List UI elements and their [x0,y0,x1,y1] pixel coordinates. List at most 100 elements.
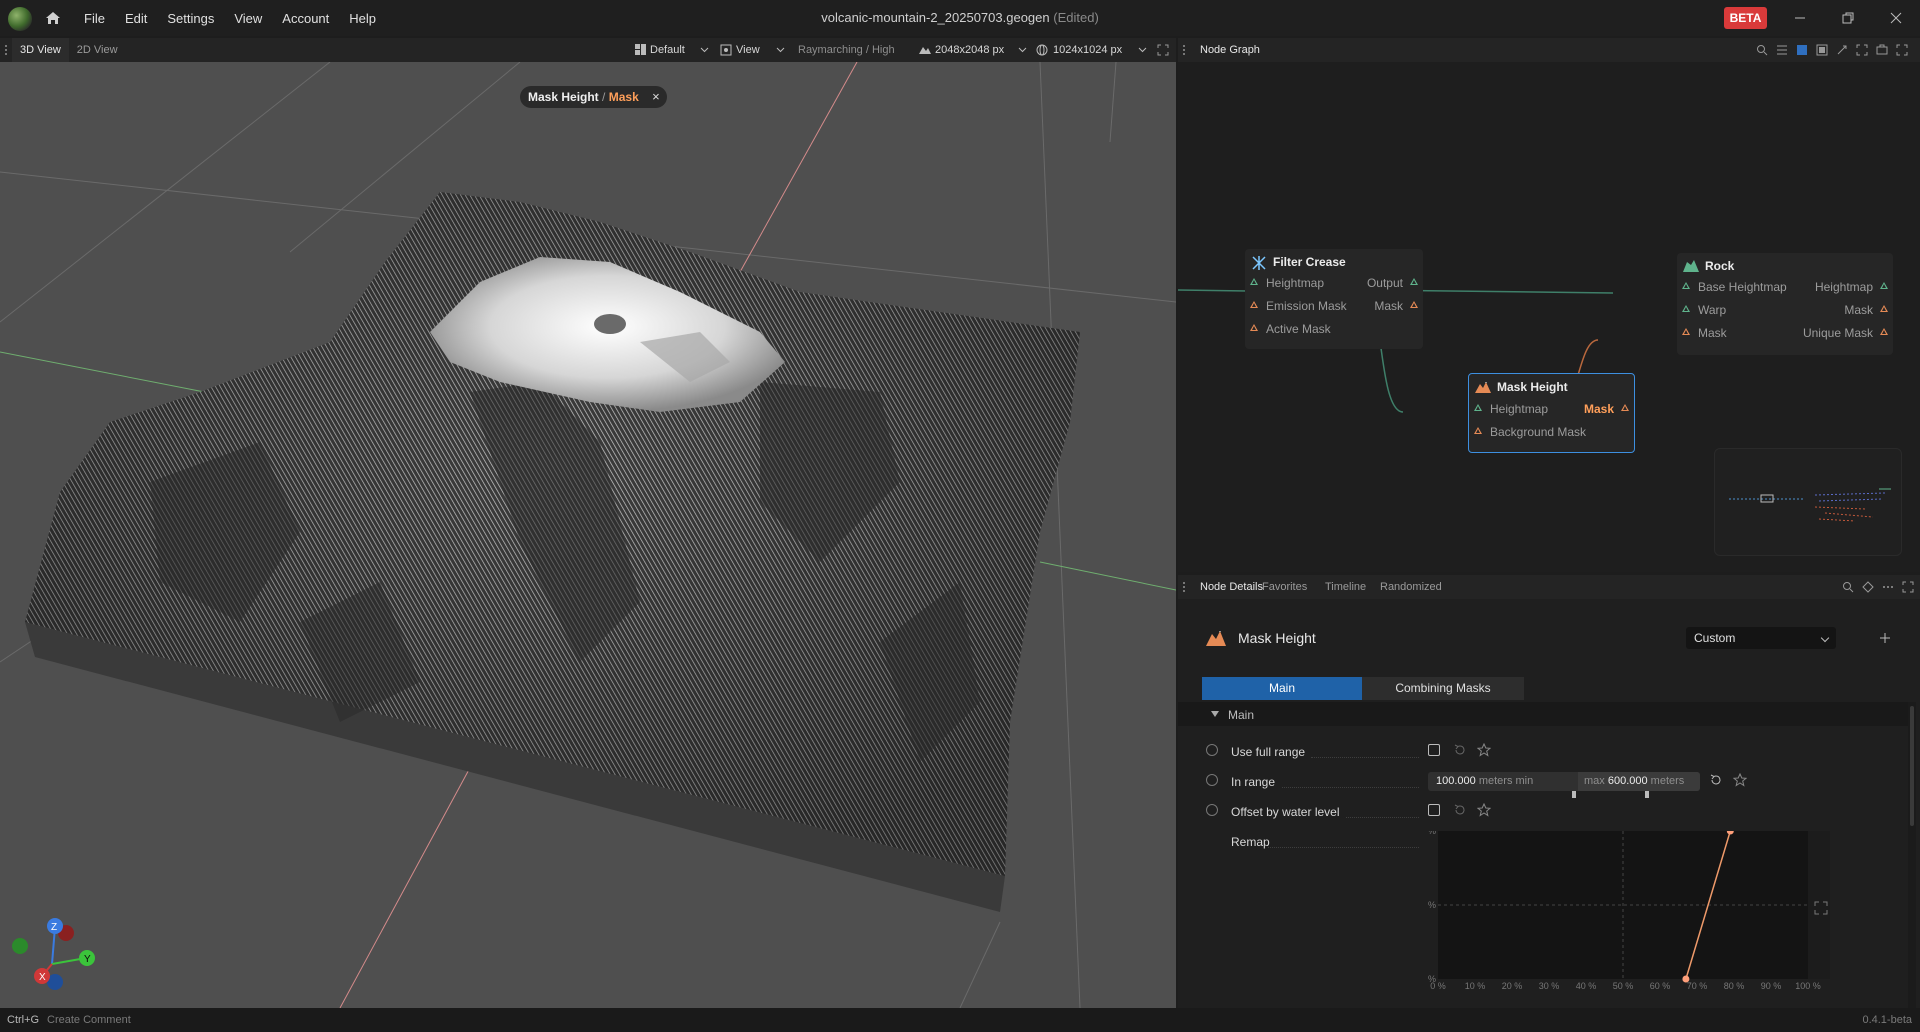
fullscreen-icon[interactable] [1157,44,1169,56]
output-port[interactable] [1410,278,1418,285]
tab-favorites[interactable]: Favorites [1254,575,1315,599]
panel-grip-icon[interactable] [0,38,12,62]
remap-curve-chart[interactable]: 100 %50 %0 % 0 %10 %20 %30 %40 %50 %60 %… [1428,831,1848,991]
param-toggle-radio[interactable] [1206,744,1218,756]
reset-icon[interactable] [1453,803,1467,817]
height-range-field[interactable]: 100.000 meters min max 600.000 meters [1428,772,1700,791]
menu-view[interactable]: View [224,11,272,26]
tab-randomized[interactable]: Randomized [1372,575,1450,599]
output-port[interactable] [1880,305,1888,312]
diamond-icon[interactable] [1862,581,1874,593]
restore-icon[interactable] [1838,8,1858,28]
param-toggle-radio[interactable] [1206,804,1218,816]
range-min-value[interactable]: 100.000 [1436,775,1476,787]
render-mode[interactable]: Raymarching / High [798,38,895,62]
list-icon[interactable] [1776,44,1788,56]
input-port[interactable] [1682,282,1690,289]
snapshot-icon[interactable] [1876,44,1888,56]
input-port[interactable] [1250,301,1258,308]
output-port[interactable] [1410,301,1418,308]
x-axis-label: X [39,972,46,983]
scrollbar-thumb[interactable] [1910,706,1914,826]
frame-icon[interactable] [1816,44,1828,56]
tab-3d-view[interactable]: 3D View [12,38,69,62]
maximize-icon[interactable] [1902,581,1914,593]
node-mask-height[interactable]: Mask Height Heightmap Background Mask Ma… [1468,373,1635,453]
edited-indicator: (Edited) [1053,10,1099,25]
tab-timeline[interactable]: Timeline [1317,575,1374,599]
home-icon[interactable] [44,9,62,27]
close-window-icon[interactable] [1886,8,1906,28]
x-tick-label: 100 % [1795,981,1821,991]
menu-account[interactable]: Account [272,11,339,26]
graph-minimap[interactable] [1714,448,1902,556]
minimize-icon[interactable] [1790,8,1810,28]
texture-resolution[interactable]: 1024x1024 px [1053,38,1122,62]
details-scrollbar[interactable] [1908,702,1916,1008]
axis-gizmo[interactable]: Z Y X [12,918,95,990]
menu-edit[interactable]: Edit [115,11,157,26]
input-port[interactable] [1250,324,1258,331]
chevron-down-icon[interactable] [1138,46,1147,54]
chevron-down-icon[interactable] [700,46,709,54]
input-port[interactable] [1474,427,1482,434]
subtab-main[interactable]: Main [1202,677,1362,700]
view-menu[interactable]: View [736,38,760,62]
3d-viewport[interactable]: Z Y X Mask Height / Mask × [0,62,1176,1008]
range-max-value[interactable]: 600.000 [1608,775,1648,787]
input-port[interactable] [1250,278,1258,285]
close-icon[interactable]: × [652,86,660,108]
maximize-icon[interactable] [1896,44,1908,56]
x-tick-label: 30 % [1539,981,1560,991]
app-logo [8,7,32,31]
add-preset-icon[interactable] [1880,633,1890,643]
y-axis-label: Y [84,954,91,965]
remap-control-point[interactable] [1682,975,1690,983]
heightmap-resolution[interactable]: 2048x2048 px [935,38,1004,62]
reset-icon[interactable] [1453,743,1467,757]
beta-badge[interactable]: BETA [1724,7,1767,29]
menu-settings[interactable]: Settings [157,11,224,26]
tab-2d-view[interactable]: 2D View [69,38,126,62]
node-rock[interactable]: Rock Base Heightmap Warp Mask Heightmap … [1677,253,1893,355]
param-toggle-radio[interactable] [1206,774,1218,786]
offset-water-checkbox[interactable] [1428,804,1440,816]
star-icon[interactable] [1733,773,1747,787]
subtab-combining-masks[interactable]: Combining Masks [1362,677,1524,700]
search-icon[interactable] [1842,581,1854,593]
chevron-down-icon[interactable] [1018,46,1027,54]
collapse-triangle-icon[interactable] [1211,711,1219,717]
node-graph-title[interactable]: Node Graph [1192,38,1268,62]
use-full-range-checkbox[interactable] [1428,744,1440,756]
crater [594,314,626,334]
collapse-icon[interactable] [1836,44,1848,56]
section-header[interactable]: Main [1178,702,1908,726]
x-axis-line-lower [339,763,473,1008]
star-icon[interactable] [1477,743,1491,757]
preview-output-chip[interactable]: Mask Height / Mask × [520,86,667,108]
more-icon[interactable] [1882,581,1894,593]
chevron-down-icon[interactable] [776,46,785,54]
mountain-icon [1475,382,1491,393]
layout-view-icon[interactable] [1796,44,1808,56]
menu-help[interactable]: Help [339,11,386,26]
input-port[interactable] [1682,305,1690,312]
panel-grip-icon[interactable] [1178,575,1190,599]
input-port[interactable] [1682,328,1690,335]
star-icon[interactable] [1477,803,1491,817]
preset-select[interactable]: Custom [1686,627,1836,649]
reset-icon[interactable] [1709,773,1723,787]
node-filter-crease[interactable]: Filter Crease Heightmap Emission Mask Ac… [1245,249,1423,349]
layout-preset-select[interactable]: Default [650,38,685,62]
range-min-handle[interactable] [1572,791,1576,798]
menu-file[interactable]: File [74,11,115,26]
input-port[interactable] [1474,404,1482,411]
fit-icon[interactable] [1856,44,1868,56]
menu-bar: File Edit Settings View Account Help [74,0,386,36]
search-icon[interactable] [1756,44,1768,56]
range-max-handle[interactable] [1645,791,1649,798]
output-port[interactable] [1880,282,1888,289]
output-port[interactable] [1880,328,1888,335]
panel-grip-icon[interactable] [1178,38,1190,62]
output-port[interactable] [1621,404,1629,411]
